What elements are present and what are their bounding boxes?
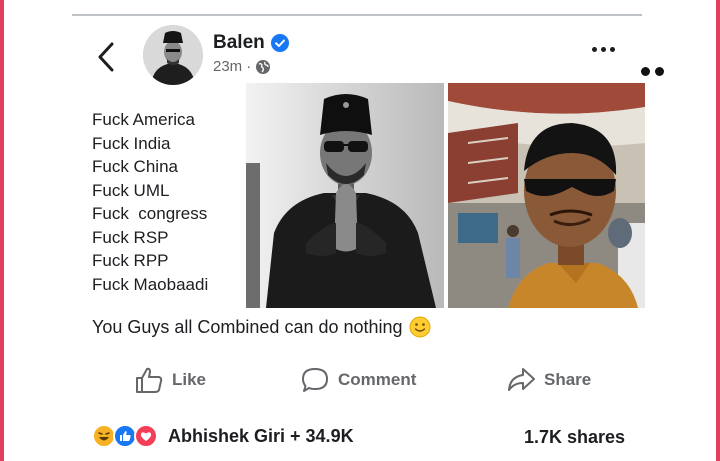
more-dot	[601, 47, 606, 52]
reaction-icons	[92, 424, 162, 448]
love-reaction-icon	[134, 424, 158, 448]
more-dot	[592, 47, 597, 52]
share-label: Share	[544, 370, 592, 389]
chevron-left-icon	[98, 42, 114, 72]
like-label: Like	[172, 370, 207, 389]
avatar-image	[143, 25, 203, 85]
more-options-button[interactable]	[592, 47, 615, 52]
photo-man-greeting	[246, 83, 444, 308]
verified-badge-icon	[270, 34, 289, 52]
post-line: Fuck congress	[92, 204, 208, 223]
post-caption: You Guys all Combined can do nothing	[92, 316, 431, 338]
reactions-summary[interactable]: Abhishek Giri + 34.9K	[92, 424, 354, 448]
author-name[interactable]: Balen	[213, 32, 265, 54]
overflow-dots	[641, 67, 664, 76]
more-dot	[610, 47, 615, 52]
post-line: Fuck China	[92, 157, 178, 176]
screen-border-right	[716, 0, 720, 461]
comment-bubble-icon	[302, 368, 328, 392]
reacted-by-text: Abhishek Giri + 34.9K	[168, 425, 354, 446]
post-photo-right[interactable]	[448, 83, 645, 308]
action-bar: Like Comment Share	[72, 362, 650, 398]
globe-icon	[256, 59, 271, 74]
slightly-smiling-face-icon	[409, 316, 431, 338]
screen-border-left	[0, 0, 4, 461]
post-text: Fuck America Fuck India Fuck China Fuck …	[92, 108, 208, 296]
post-line: Fuck Maobaadi	[92, 274, 209, 294]
haha-face	[98, 432, 110, 441]
top-divider	[72, 14, 642, 16]
post-line: Fuck India	[92, 133, 171, 153]
overflow-dot	[641, 67, 650, 76]
shares-count[interactable]: 1.7K shares	[524, 427, 625, 448]
photo-man-selfie	[448, 83, 645, 308]
meta-separator: ·	[246, 58, 252, 75]
share-arrow-icon	[508, 368, 535, 391]
comment-label: Comment	[338, 370, 417, 389]
post-timestamp[interactable]: 23m	[213, 58, 242, 75]
back-button[interactable]	[92, 40, 122, 74]
comment-button[interactable]: Comment	[300, 362, 416, 398]
post-line: Fuck RPP	[92, 251, 169, 270]
post-line: Fuck RSP	[92, 227, 169, 247]
post-line: Fuck UML	[92, 180, 170, 200]
overflow-dot	[655, 67, 664, 76]
like-button[interactable]: Like	[134, 362, 206, 398]
thumbs-up-icon	[136, 367, 163, 393]
caption-text: You Guys all Combined can do nothing	[92, 316, 403, 337]
share-button[interactable]: Share	[506, 362, 591, 398]
love-heart	[140, 432, 152, 441]
post-photo-left[interactable]	[246, 83, 444, 308]
like-thumb	[120, 431, 131, 441]
author-avatar[interactable]	[143, 25, 203, 85]
post-line: Fuck America	[92, 110, 195, 129]
